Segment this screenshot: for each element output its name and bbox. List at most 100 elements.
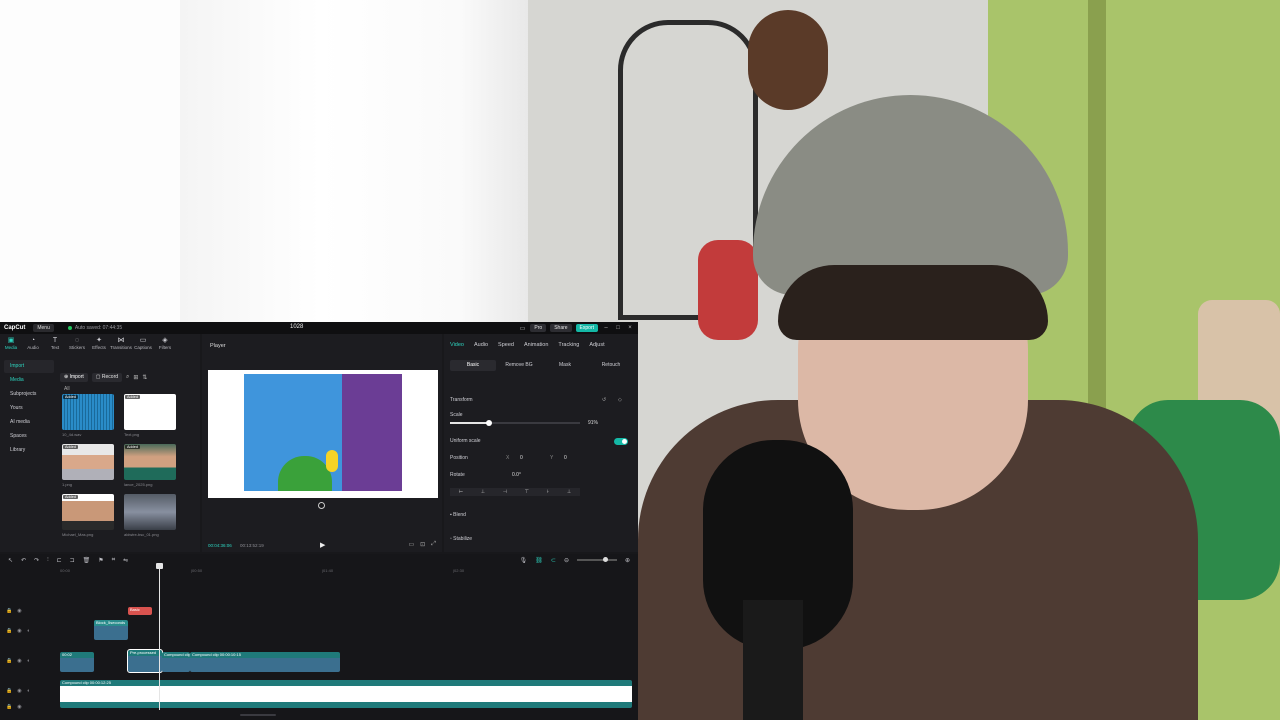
player-scrubber-icon[interactable] (318, 502, 325, 509)
record-button[interactable]: ▢ Record (91, 373, 123, 382)
subtab-retouch[interactable]: Retouch (588, 360, 634, 371)
filter-all[interactable]: All (64, 386, 70, 392)
zoom-slider[interactable] (576, 557, 617, 562)
mirror-icon[interactable]: ⇋ (123, 557, 128, 564)
grid-view-icon[interactable]: ⊞ (133, 374, 138, 381)
fullscreen-icon[interactable]: ⤢ (431, 541, 436, 548)
side-nav-library[interactable]: Library (4, 444, 54, 457)
export-button[interactable]: Export (575, 324, 598, 332)
tab-video[interactable]: Video (450, 342, 464, 348)
subtab-remove-bg[interactable]: Remove BG (496, 360, 542, 371)
share-button[interactable]: Share (550, 324, 572, 332)
sort-icon[interactable]: ⇅ (142, 374, 147, 381)
position-y-input[interactable]: 0 (564, 455, 567, 461)
tool-tab-audio[interactable]: ◔ Audio (22, 336, 44, 354)
tab-tracking[interactable]: Tracking (558, 342, 579, 348)
maximize-icon[interactable]: □ (614, 325, 622, 331)
marker-icon[interactable]: ⚑ (98, 557, 103, 564)
subtab-basic[interactable]: Basic (450, 360, 496, 371)
subtab-mask[interactable]: Mask (542, 360, 588, 371)
redo-icon[interactable]: ↷ (34, 557, 39, 564)
uniform-scale-toggle[interactable] (614, 438, 628, 445)
search-icon[interactable]: ⌕ (126, 374, 129, 381)
audio-icon[interactable]: ◖ (27, 628, 30, 634)
lock-icon[interactable]: 🔒 (6, 704, 12, 710)
media-thumbnail[interactable]: Added (62, 444, 114, 480)
side-nav-import[interactable]: Import (4, 360, 54, 373)
reset-icon[interactable]: ↺ (602, 397, 606, 403)
tab-animation[interactable]: Animation (524, 342, 548, 348)
tab-adjust[interactable]: Adjust (589, 342, 604, 348)
video-preview[interactable] (208, 370, 438, 498)
link-icon[interactable]: ⛓ (535, 557, 543, 564)
side-nav-yours[interactable]: Yours (4, 402, 54, 415)
align-bottom-icon[interactable]: ⊥ (567, 488, 571, 496)
close-icon[interactable]: × (626, 325, 634, 331)
crop-icon[interactable]: ⌗ (112, 557, 115, 564)
timeline-clip[interactable]: 00:02 (60, 652, 94, 672)
timeline-clip[interactable]: Compound clip (162, 652, 190, 672)
align-top-icon[interactable]: ⊤ (525, 488, 529, 496)
lock-icon[interactable]: 🔒 (6, 658, 12, 664)
media-thumbnail[interactable]: Added (62, 494, 114, 530)
side-nav-spaces[interactable]: Spaces (4, 430, 54, 443)
scale-slider[interactable] (450, 420, 580, 426)
align-left-icon[interactable]: ⊢ (459, 488, 463, 496)
timeline-clip[interactable]: Basic (128, 607, 152, 615)
eye-icon[interactable]: ◉ (17, 628, 21, 634)
lock-icon[interactable]: 🔒 (6, 608, 12, 614)
keyframe-icon[interactable]: ◇ (618, 397, 622, 403)
zoom-out-icon[interactable]: ⊖ (564, 557, 569, 564)
eye-icon[interactable]: ◉ (17, 608, 21, 614)
audio-icon[interactable]: ◖ (27, 688, 30, 694)
tool-tab-text[interactable]: T Text (44, 336, 66, 354)
split-right-icon[interactable]: ⊐ (70, 557, 75, 564)
rotate-input[interactable]: 0.0° (512, 472, 521, 478)
mic-icon[interactable]: 🎙 (520, 557, 528, 564)
pro-button[interactable]: Pro (530, 324, 547, 332)
timeline-ruler[interactable]: 00:00 |00:50 |01:40 |02:30 (60, 568, 638, 574)
zoom-slider-knob[interactable] (602, 557, 608, 562)
tool-tab-filters[interactable]: ◈ Filters (154, 336, 176, 354)
side-nav-subprojects[interactable]: Subprojects (4, 388, 54, 401)
timeline-clip[interactable]: Compound clip 00:00:10:15 (190, 652, 340, 672)
tab-audio[interactable]: Audio (474, 342, 488, 348)
align-middle-icon[interactable]: ⊦ (547, 488, 550, 496)
select-tool-icon[interactable]: ↖ (8, 557, 13, 564)
menu-button[interactable]: Menu (33, 324, 54, 332)
lock-icon[interactable]: 🔒 (6, 688, 12, 694)
tool-tab-stickers[interactable]: ◌ Stickers (66, 336, 88, 354)
position-x-input[interactable]: 0 (520, 455, 523, 461)
magnet-icon[interactable]: ⊂ (551, 557, 556, 564)
split-icon[interactable]: ⫶ (47, 557, 49, 564)
ratio-icon[interactable]: ▭ (408, 541, 414, 548)
zoom-in-icon[interactable]: ⊕ (625, 557, 630, 564)
eye-icon[interactable]: ◉ (17, 658, 21, 664)
delete-icon[interactable]: 🗑 (83, 557, 91, 564)
playhead[interactable] (159, 564, 160, 710)
scale-value[interactable]: 91% (588, 420, 598, 426)
timeline-clip[interactable]: Pre-processed (127, 649, 163, 673)
timeline-clip[interactable]: Compound clip 00:00:12:25 (60, 680, 632, 708)
tool-tab-transitions[interactable]: ⋈ Transitions (110, 336, 132, 354)
tab-speed[interactable]: Speed (498, 342, 514, 348)
undo-icon[interactable]: ↶ (21, 557, 26, 564)
side-nav-ai-media[interactable]: AI media (4, 416, 54, 429)
side-nav-media[interactable]: Media (4, 374, 54, 387)
media-thumbnail[interactable]: Added (124, 394, 176, 430)
scale-slider-knob[interactable] (486, 420, 492, 426)
lock-icon[interactable]: 🔒 (6, 628, 12, 634)
tool-tab-media[interactable]: ▣ Media (0, 336, 22, 354)
media-thumbnail[interactable]: Added (62, 394, 114, 430)
fit-icon[interactable]: ⊡ (420, 541, 425, 548)
timeline-scrollbar[interactable] (240, 714, 276, 716)
eye-icon[interactable]: ◉ (17, 704, 21, 710)
media-thumbnail[interactable]: Added (124, 444, 176, 480)
split-left-icon[interactable]: ⊏ (57, 557, 62, 564)
eye-icon[interactable]: ◉ (17, 688, 21, 694)
minimize-icon[interactable]: – (602, 325, 610, 331)
timeline-clip[interactable]: Block_5seconds (94, 620, 128, 640)
import-button[interactable]: ⊕ Import (60, 373, 88, 382)
play-icon[interactable]: ▶ (320, 541, 325, 549)
media-thumbnail[interactable] (124, 494, 176, 530)
